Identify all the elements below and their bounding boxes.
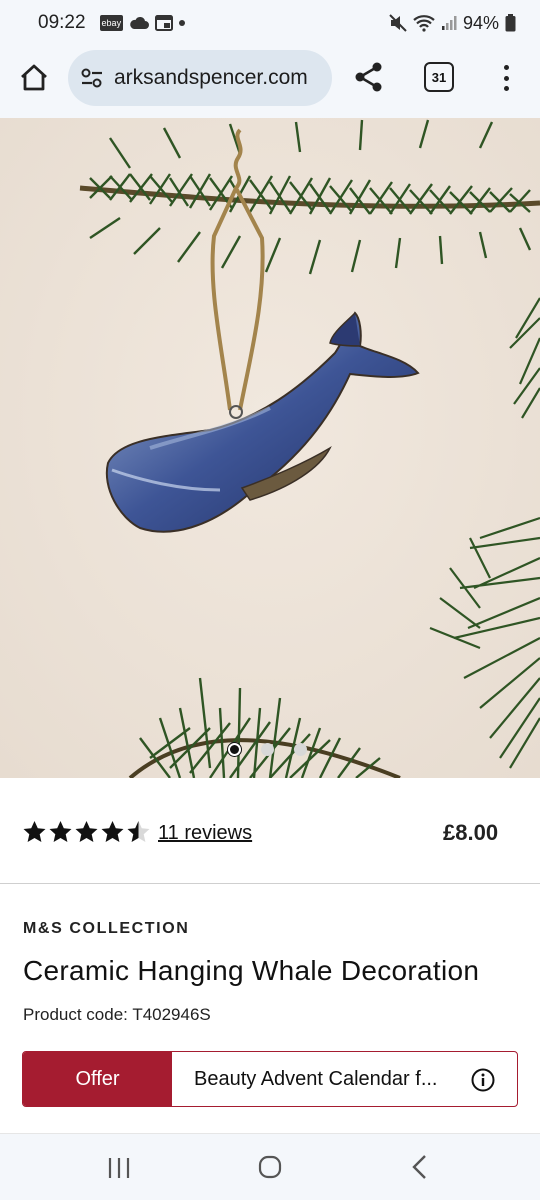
address-bar[interactable]: arksandspencer.com (68, 50, 332, 106)
system-nav-bar (0, 1133, 540, 1200)
tabs-icon-count: 31 (431, 69, 447, 85)
offer-banner[interactable]: Offer Beauty Advent Calendar f... (22, 1051, 518, 1107)
product-title: Ceramic Hanging Whale Decoration (23, 955, 480, 986)
browser-toolbar: arksandspencer.com 31 (0, 46, 540, 118)
tabs-button[interactable]: 31 (424, 62, 454, 92)
calendar-icon (155, 15, 174, 31)
ebay-icon: ebay (99, 15, 124, 31)
carousel-dot-1[interactable] (228, 743, 241, 756)
product-brand: M&S COLLECTION (23, 920, 190, 937)
offer-text: Beauty Advent Calendar f... (194, 1067, 438, 1090)
clock: 09:22 (38, 12, 86, 33)
share-icon (355, 62, 382, 92)
status-bar: 09:22 ebay 94% (0, 0, 540, 46)
wifi-icon (413, 15, 435, 32)
carousel-dot-2[interactable] (261, 743, 274, 756)
star-icon (49, 821, 72, 842)
home-circle-icon[interactable] (258, 1155, 282, 1179)
product-image (0, 118, 540, 778)
battery-icon (505, 14, 516, 32)
rating-price-row: 11 reviews £8.00 (0, 778, 540, 884)
info-icon[interactable] (471, 1068, 495, 1092)
offer-description[interactable]: Beauty Advent Calendar f... (172, 1052, 517, 1106)
home-icon (21, 64, 47, 91)
recent-apps-icon[interactable] (107, 1156, 131, 1180)
star-rating (22, 820, 151, 844)
product-code: Product code: T402946S (23, 1005, 211, 1024)
half-star-icon (127, 821, 150, 842)
reviews-link[interactable]: 11 reviews (158, 822, 252, 845)
signal-icon (441, 16, 457, 30)
star-icon (101, 821, 124, 842)
product-image-carousel[interactable] (0, 118, 540, 778)
notification-dot-icon (179, 20, 186, 26)
carousel-dot-3[interactable] (294, 743, 307, 756)
carousel-indicator[interactable] (228, 743, 307, 756)
home-button[interactable] (18, 62, 50, 94)
back-icon[interactable] (410, 1154, 430, 1180)
battery-percentage: 94% (462, 12, 499, 33)
star-icon (75, 821, 98, 842)
site-settings-icon[interactable] (80, 67, 104, 89)
cloud-icon (130, 16, 150, 29)
offer-label: Offer (23, 1052, 172, 1106)
share-button[interactable] (352, 60, 386, 94)
url-text[interactable]: arksandspencer.com (114, 66, 308, 90)
more-menu-icon[interactable] (496, 62, 516, 94)
mute-icon (389, 14, 407, 32)
star-icon (23, 821, 46, 842)
product-price: £8.00 (443, 820, 499, 845)
